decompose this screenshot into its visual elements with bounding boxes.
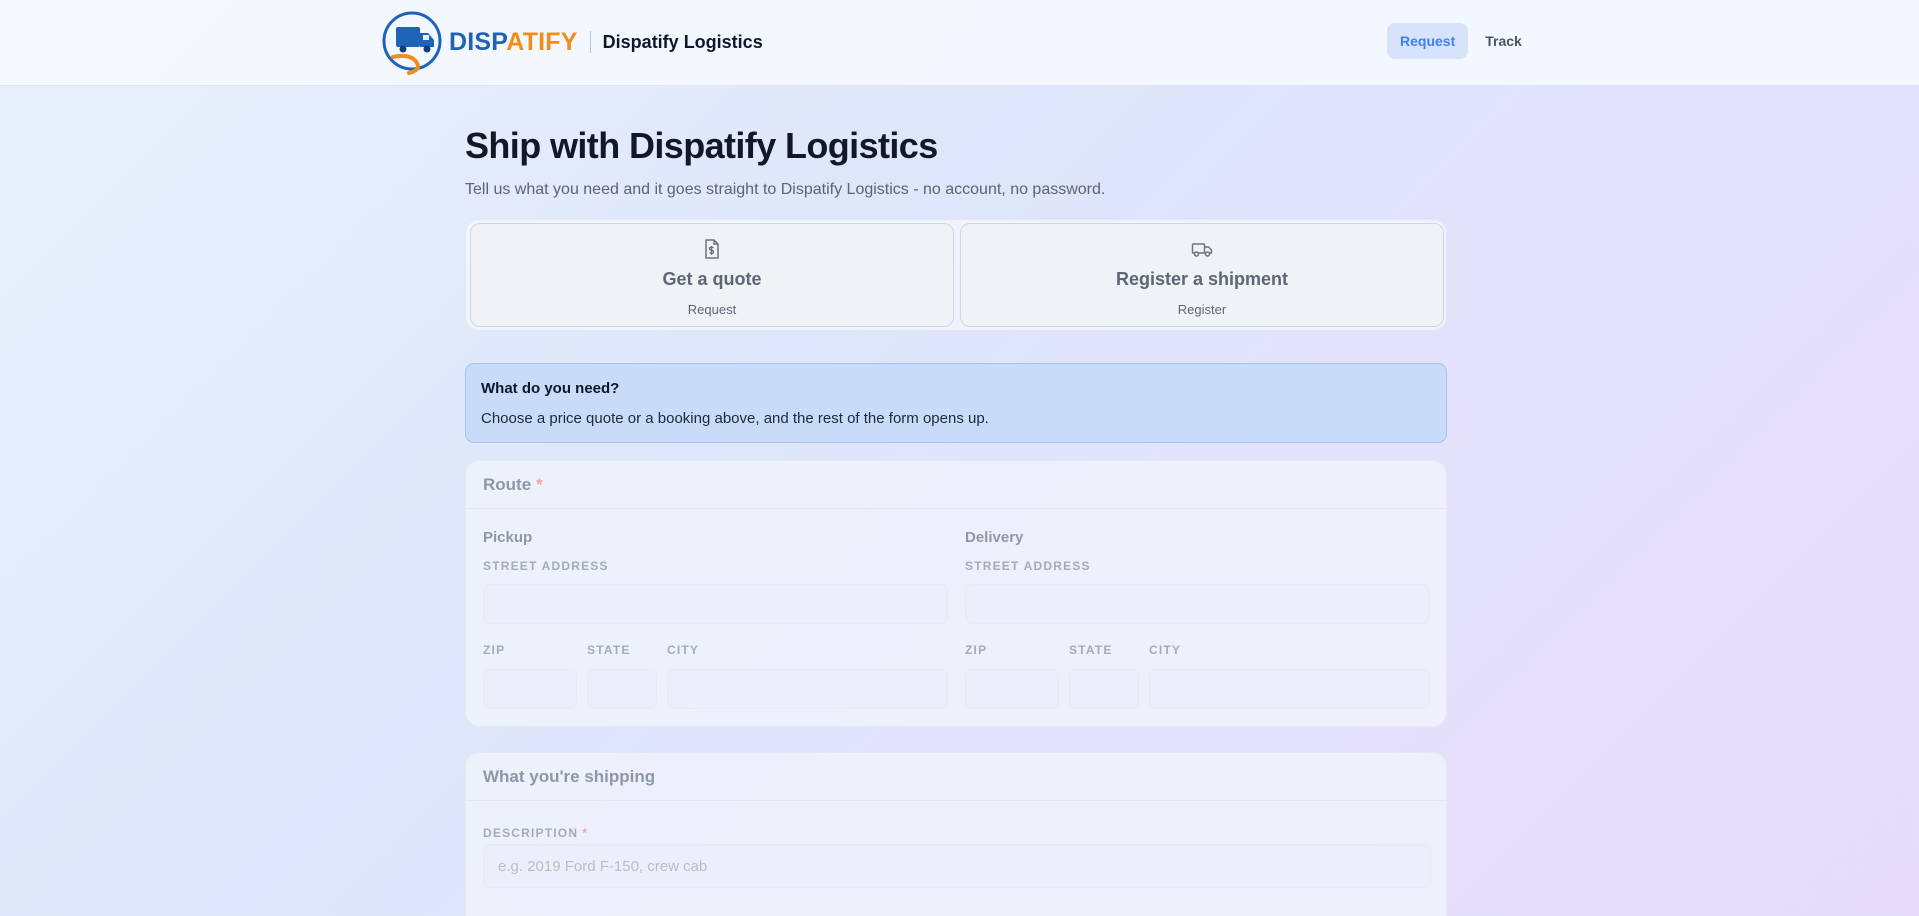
request-type-selector: Get a quote Request Register a shipment … [465,219,1447,331]
pickup-street-input[interactable] [483,584,948,624]
description-label: Description * [483,826,588,840]
truck-icon [1191,243,1213,257]
get-quote-option[interactable]: Get a quote Request [470,223,954,327]
truck-logo-icon [382,11,442,75]
delivery-street-label: Street address [965,559,1091,573]
description-label-text: Description [483,826,579,840]
required-mark: * [536,474,543,494]
page-title: Ship with Dispatify Logistics [465,125,938,166]
page-subtitle: Tell us what you need and it goes straig… [465,181,1106,198]
pickup-city-input[interactable] [667,669,948,709]
pickup-city-label: City [667,643,700,657]
delivery-state-label: State [1069,643,1113,657]
notice-heading: What do you need? [481,380,620,397]
logo-text-blue: DISP [449,27,507,56]
logo-wordmark: DISPATIFY [449,28,578,57]
delivery-state-input[interactable] [1069,669,1139,709]
brand-divider [589,31,591,53]
brand-name: Dispatify Logistics [602,31,763,52]
description-input[interactable] [483,844,1431,888]
pickup-zip-input[interactable] [483,669,577,709]
get-quote-sub: Request [687,302,737,317]
delivery-city-input[interactable] [1149,669,1430,709]
document-dollar-icon [705,239,719,259]
delivery-zip-input[interactable] [965,669,1059,709]
pickup-state-label: State [587,643,631,657]
register-shipment-option[interactable]: Register a shipment Register [960,223,1444,327]
shipping-section: What you're shipping Description * [465,752,1447,916]
info-notice: What do you need? Choose a price quote o… [465,363,1447,443]
brand[interactable]: DISPATIFY Dispatify Logistics [381,8,763,76]
delivery-zip-label: Zip [965,643,988,657]
delivery-column: Delivery Street address Zip State City [965,529,1430,709]
description-required-mark: * [582,826,589,840]
pickup-title: Pickup [483,529,533,546]
delivery-title: Delivery [965,529,1024,546]
pickup-street-label: Street address [483,559,609,573]
pickup-zip-label: Zip [483,643,506,657]
route-title: Route [483,474,532,494]
route-header: Route * [466,461,1446,509]
logo-text-orange: ATIFY [506,27,578,56]
nav-request[interactable]: Request [1387,23,1469,59]
route-section: Route * Pickup Street address Zip State C… [465,460,1447,727]
shipping-header: What you're shipping [466,753,1446,801]
delivery-street-input[interactable] [965,584,1430,624]
pickup-state-input[interactable] [587,669,657,709]
register-shipment-title: Register a shipment [1115,269,1289,289]
get-quote-title: Get a quote [662,269,762,289]
main-nav: Request Track [1387,23,1535,59]
delivery-city-label: City [1149,643,1182,657]
register-shipment-sub: Register [1177,302,1227,317]
nav-track[interactable]: Track [1472,23,1535,59]
notice-text: Choose a price quote or a booking above,… [481,410,989,427]
top-bar: DISPATIFY Dispatify Logistics Request Tr… [0,0,1919,86]
pickup-column: Pickup Street address Zip State City [483,529,948,709]
shipping-title: What you're shipping [483,766,656,786]
